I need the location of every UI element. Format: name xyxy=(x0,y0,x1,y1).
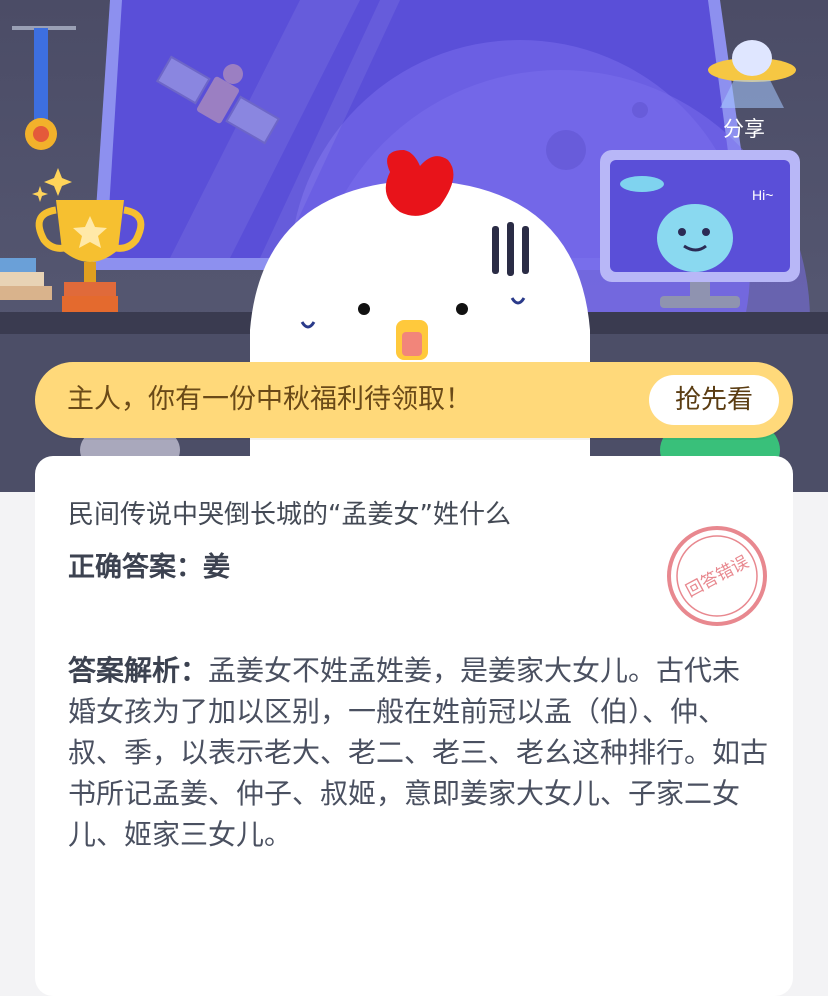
promo-banner[interactable]: 主人，你有一份中秋福利待领取！ 抢先看 xyxy=(35,362,793,438)
monitor-greeting: Hi~ xyxy=(752,187,773,203)
medal-icon xyxy=(12,26,76,150)
explanation-label: 答案解析： xyxy=(68,654,209,687)
question-text: 民间传说中哭倒长城的“孟姜女”姓什么 xyxy=(68,500,511,530)
wrong-answer-stamp: 回答错误 xyxy=(667,526,767,626)
share-label[interactable]: 分享 xyxy=(712,113,776,143)
correct-answer: 正确答案：姜 xyxy=(68,545,230,584)
books-icon xyxy=(0,258,52,300)
answer-label: 正确答案： xyxy=(68,552,203,583)
banner-message: 主人，你有一份中秋福利待领取！ xyxy=(67,384,472,415)
answer-value: 姜 xyxy=(203,552,230,583)
explanation: 答案解析：孟姜女不姓孟姓姜，是姜家大女儿。古代未婚女孩为了加以区别，一般在姓前冠… xyxy=(68,650,768,855)
answer-card: 民间传说中哭倒长城的“孟姜女”姓什么 正确答案：姜 回答错误 答案解析：孟姜女不… xyxy=(35,456,793,996)
banner-button[interactable]: 抢先看 xyxy=(649,375,779,425)
stamp-text: 回答错误 xyxy=(683,552,752,602)
